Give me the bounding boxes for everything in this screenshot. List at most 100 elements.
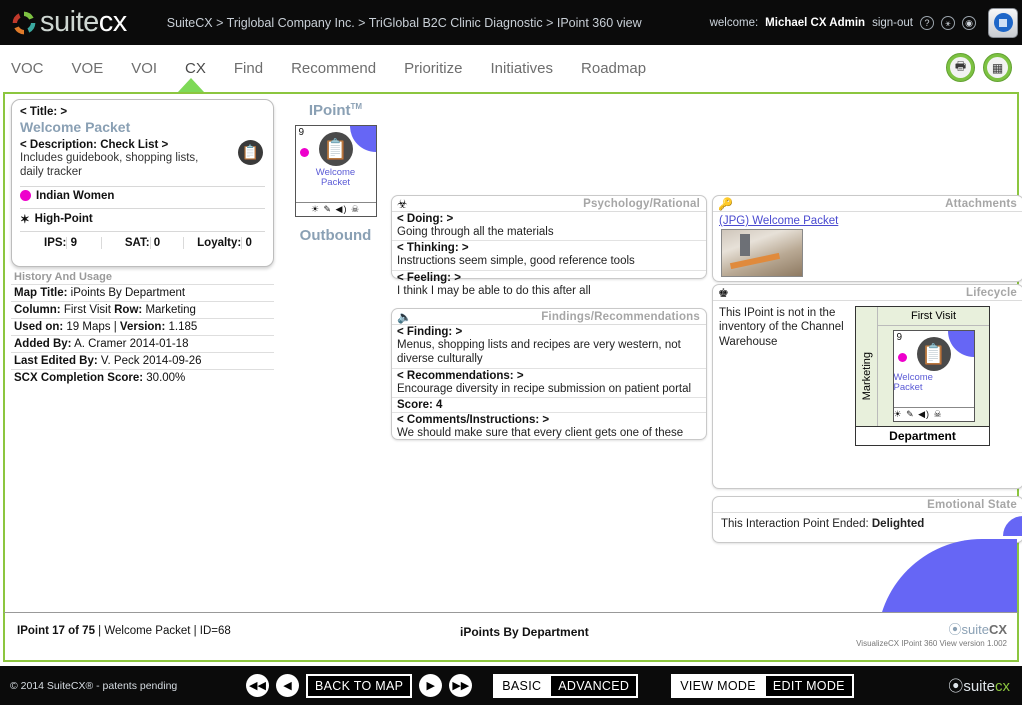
suitecx-logo[interactable]: suitecx	[0, 8, 127, 37]
psychology-question: < Doing: >	[397, 213, 454, 225]
app-window-button[interactable]	[988, 7, 1018, 38]
edit-mode-button[interactable]: EDIT MODE	[763, 673, 854, 698]
previous-page-button[interactable]: ◀	[276, 674, 299, 697]
history-section-title: History And Usage	[14, 271, 113, 283]
lifecycle-column-header: First Visit	[878, 307, 989, 326]
emotional-state-corner-marker	[1003, 516, 1022, 536]
lifecycle-card-number: 9	[896, 332, 903, 343]
nav-item-voi[interactable]: VOI	[130, 56, 158, 81]
nav-item-roadmap[interactable]: Roadmap	[580, 56, 647, 81]
title-label: < Title: >	[20, 106, 68, 118]
printer-icon: 🖶	[950, 57, 971, 78]
lifecycle-matrix-cell: 9 📋 Welcome Packet ☀ ✎ ◀) ☠	[878, 326, 989, 426]
grid-icon: ▦	[987, 57, 1008, 78]
bottom-logo: ⦿suitecx	[948, 678, 1010, 695]
nav-item-voe[interactable]: VOE	[71, 56, 105, 81]
description-label: < Description: Check List >	[20, 139, 169, 151]
metric-loyalty: Loyalty: 0	[197, 236, 252, 249]
status-logo-text: ⦿suiteCX	[948, 622, 1007, 637]
suitecx-logo-icon	[12, 11, 36, 34]
globe-icon: ♚	[718, 286, 729, 300]
accessibility-icon[interactable]: ⚹	[941, 15, 955, 30]
history-row: Map Title: iPoints By Department	[11, 284, 274, 301]
status-left-text: IPoint 17 of 75 | Welcome Packet | ID=68	[17, 625, 231, 637]
view-mode-button[interactable]: VIEW MODE	[671, 673, 764, 698]
grid-view-button[interactable]: ▦	[983, 53, 1012, 82]
lifecycle-matrix-body-row: Marketing 9 📋 Welcome Packet ☀ ✎ ◀) ☠	[856, 326, 989, 426]
speaker-icon: 🔈	[397, 310, 412, 324]
last-page-button[interactable]: ▶▶	[449, 674, 473, 697]
breadcrumb[interactable]: SuiteCX > Triglobal Company Inc. > TriGl…	[167, 16, 642, 30]
lifecycle-note: This IPoint is not in the inventory of t…	[719, 307, 844, 348]
lifecycle-card-name: Welcome Packet	[893, 372, 933, 394]
nav-item-find[interactable]: Find	[233, 56, 264, 81]
detail-level-toggle: BASIC ADVANCED	[493, 673, 639, 698]
findings-answer: Encourage diversity in recipe submission…	[392, 382, 706, 399]
status-logo: ⦿suiteCX VisualizeCX IPoint 360 View ver…	[856, 619, 1007, 648]
psychology-panel-title: Psychology/Rational	[583, 198, 700, 210]
high-point-icon: ✶	[20, 213, 30, 226]
attachments-panel-header: 🔑 Attachments	[713, 196, 1022, 212]
description-value: Includes guidebook, shopping lists, dail…	[20, 152, 199, 179]
help-icon[interactable]: ?	[920, 15, 934, 30]
lifecycle-row-header: Marketing	[856, 326, 878, 426]
mode-toggle: VIEW MODE EDIT MODE	[671, 673, 854, 698]
attachments-panel-title: Attachments	[945, 198, 1017, 210]
lifecycle-panel-title: Lifecycle	[965, 287, 1017, 299]
top-header-bar: suitecx SuiteCX > Triglobal Company Inc.…	[0, 0, 1022, 45]
nav-item-voc[interactable]: VOC	[10, 56, 45, 81]
mask-icon: ☣	[397, 197, 408, 211]
lifecycle-matrix-corner	[856, 307, 878, 326]
attachment-link[interactable]: (JPG) Welcome Packet	[713, 212, 1022, 229]
psychology-question: < Thinking: >	[397, 242, 469, 255]
sign-out-link[interactable]: sign-out	[872, 17, 913, 29]
nav-item-cx[interactable]: CX	[184, 56, 207, 81]
findings-panel-header: 🔈 Findings/Recommendations	[392, 309, 706, 325]
emotional-state-prefix: This Interaction Point Ended:	[721, 518, 869, 530]
ipoint-card-icon-row: ☀ ✎ ◀) ☠	[295, 202, 376, 215]
basic-button[interactable]: BASIC	[493, 673, 550, 698]
emotional-state-panel: Emotional State This Interaction Point E…	[712, 496, 1022, 543]
main-content-frame: < Title: > Welcome Packet < Description:…	[3, 92, 1022, 646]
ipoint-corner-marker	[349, 126, 376, 152]
bottom-toolbar: © 2014 SuiteCX® - patents pending ◀◀ ◀ B…	[0, 666, 1022, 705]
ipoint-card-tile[interactable]: 9 📋 Welcome Packet ☀ ✎ ◀) ☠	[294, 125, 377, 217]
lifecycle-ipoint-tile[interactable]: 9 📋 Welcome Packet ☀ ✎ ◀) ☠	[892, 330, 975, 422]
findings-question: < Finding: >	[397, 326, 463, 338]
attachment-thumbnail[interactable]	[721, 229, 803, 277]
emotional-state-body: This Interaction Point Ended: Delighted	[713, 513, 1022, 536]
nav-item-prioritize[interactable]: Prioritize	[403, 56, 463, 81]
print-button[interactable]: 🖶	[946, 53, 975, 82]
lifecycle-corner-marker	[947, 331, 974, 357]
psychology-answer: Instructions seem simple, good reference…	[392, 254, 706, 271]
psychology-question: < Feeling: >	[397, 271, 461, 284]
point-type-label: High-Point	[34, 212, 93, 225]
nav-item-recommend[interactable]: Recommend	[290, 56, 377, 81]
next-page-button[interactable]: ▶	[419, 674, 443, 697]
lifecycle-card-icon-row: ☀ ✎ ◀) ☠	[893, 407, 974, 420]
psychology-answer: I think I may be able to do this after a…	[397, 284, 591, 297]
main-navigation: VOC VOE VOI CX Find Recommend Prioritize…	[0, 45, 1022, 92]
point-type-row: ✶ High-Point	[20, 207, 265, 226]
emotional-state-value: Delighted	[871, 518, 925, 530]
active-tab-indicator	[178, 78, 204, 92]
status-version: VisualizeCX IPoint 360 View version 1.00…	[856, 639, 1007, 648]
ipoint-direction-label: Outbound	[299, 227, 372, 244]
emotional-state-panel-header: Emotional State	[713, 497, 1022, 513]
ipoint-preview-column: IPointTM 9 📋 Welcome Packet ☀ ✎ ◀) ☠ Outb…	[288, 102, 383, 244]
nav-item-initiatives[interactable]: Initiatives	[489, 56, 554, 81]
lifecycle-matrix: First Visit Marketing 9 📋 WelcomePacket	[855, 306, 990, 446]
gear-icon[interactable]: ◉	[962, 15, 976, 30]
ipoint-title: Welcome Packet	[20, 119, 131, 135]
ipoint-detail-card: < Title: > Welcome Packet < Description:…	[11, 99, 274, 267]
first-page-button[interactable]: ◀◀	[246, 674, 269, 697]
lifecycle-matrix-footer: Department	[856, 426, 989, 445]
status-map-title: iPoints By Department	[460, 625, 589, 639]
back-to-map-button[interactable]: BACK TO MAP	[306, 673, 413, 698]
lifecycle-clipboard-icon: 📋	[916, 337, 951, 371]
lifecycle-persona-dot-icon	[897, 353, 907, 362]
findings-answer: Menus, shopping lists and recipes are ve…	[392, 338, 706, 369]
header-right-controls: welcome: Michael CX Admin sign-out ? ⚹ ◉	[710, 0, 1022, 45]
user-name: Michael CX Admin	[765, 16, 866, 29]
advanced-button[interactable]: ADVANCED	[549, 673, 639, 698]
